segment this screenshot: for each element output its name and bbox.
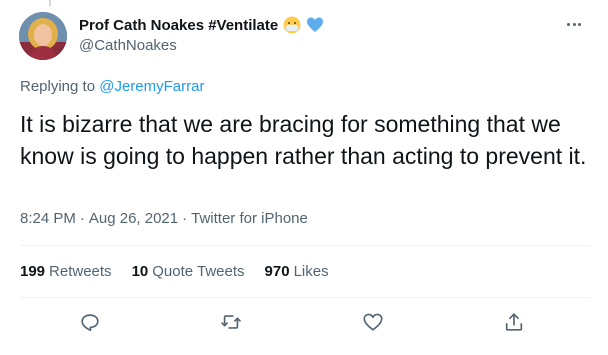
- share-icon[interactable]: [502, 310, 526, 334]
- replying-to: Replying to @JeremyFarrar: [20, 78, 204, 95]
- author-name-row: Prof Cath Noakes #Ventilate: [79, 15, 324, 35]
- tweet-card: Prof Cath Noakes #Ventilate @CathNoakes …: [0, 0, 608, 355]
- meta-separator: ·: [182, 210, 188, 227]
- author-handle[interactable]: @CathNoakes: [79, 37, 177, 54]
- tweet-stats: 199 Retweets 10 Quote Tweets 970 Likes: [20, 263, 349, 280]
- avatar-image: [19, 12, 67, 60]
- divider: [20, 245, 590, 246]
- tweet-date[interactable]: Aug 26, 2021: [89, 210, 178, 227]
- retweets-stat[interactable]: 199 Retweets: [20, 263, 112, 280]
- like-icon[interactable]: [361, 310, 385, 334]
- tweet-time[interactable]: 8:24 PM: [20, 210, 76, 227]
- face-with-medical-mask-emoji: [283, 16, 301, 34]
- retweets-label: Retweets: [49, 263, 112, 280]
- replying-to-label: Replying to: [20, 78, 96, 95]
- author-display-name[interactable]: Prof Cath Noakes #Ventilate: [79, 17, 278, 34]
- tweet-actions: [20, 300, 590, 346]
- thread-connector-line: [49, 0, 51, 6]
- likes-count: 970: [264, 263, 290, 280]
- meta-separator: ·: [79, 210, 85, 227]
- tweet-source-link[interactable]: Twitter for iPhone: [191, 210, 308, 227]
- tweet-text: It is bizarre that we are bracing for so…: [20, 111, 587, 169]
- quote-tweets-count: 10: [131, 263, 149, 280]
- reply-icon[interactable]: [78, 310, 102, 334]
- blue-heart-emoji: [306, 16, 324, 34]
- replying-to-handle-link[interactable]: @JeremyFarrar: [99, 78, 204, 95]
- quote-tweets-stat[interactable]: 10 Quote Tweets: [132, 263, 245, 280]
- retweet-icon[interactable]: [219, 310, 243, 334]
- divider: [20, 297, 590, 298]
- likes-stat[interactable]: 970 Likes: [265, 263, 329, 280]
- retweets-count: 199: [20, 263, 46, 280]
- tweet-meta: 8:24 PM · Aug 26, 2021 · Twitter for iPh…: [20, 210, 308, 227]
- avatar[interactable]: [19, 12, 67, 60]
- more-options-icon[interactable]: [562, 16, 586, 32]
- quote-tweets-label: Quote Tweets: [152, 263, 245, 280]
- likes-label: Likes: [293, 263, 329, 280]
